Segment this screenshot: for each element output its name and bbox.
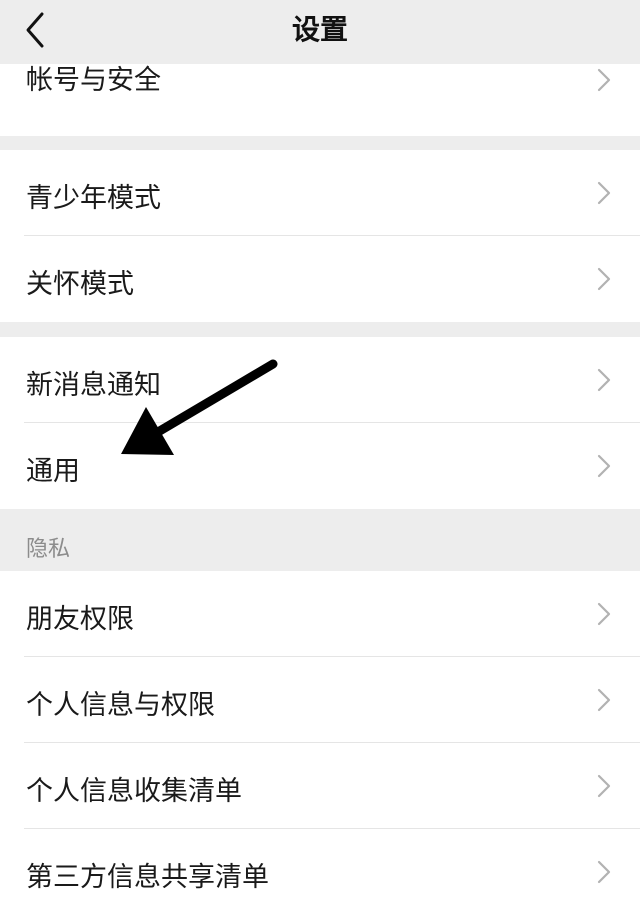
- chevron-right-icon: [597, 860, 611, 884]
- settings-item-label: 新消息通知: [26, 370, 161, 401]
- settings-item-label: 朋友权限: [26, 604, 134, 635]
- settings-item-account-security[interactable]: 帐号与安全: [0, 48, 640, 120]
- chevron-right-icon: [597, 602, 611, 626]
- settings-item-personal-info-permissions[interactable]: 个人信息与权限: [0, 657, 640, 743]
- section-title-privacy: 隐私: [26, 537, 71, 562]
- settings-item-label: 个人信息收集清单: [26, 776, 242, 807]
- settings-group-modes: 青少年模式 关怀模式: [0, 150, 640, 322]
- settings-item-label: 帐号与安全: [26, 65, 161, 96]
- chevron-right-icon: [597, 774, 611, 798]
- settings-item-general[interactable]: 通用: [0, 423, 640, 509]
- settings-group-account: 帐号与安全: [0, 64, 640, 136]
- settings-group-general: 新消息通知 通用: [0, 337, 640, 509]
- settings-item-care-mode[interactable]: 关怀模式: [0, 236, 640, 322]
- page-title: 设置: [291, 13, 348, 46]
- settings-group-privacy: 朋友权限 个人信息与权限 个人信息收集清单 第三方信息共享清单: [0, 571, 640, 899]
- settings-item-info-collection-list[interactable]: 个人信息收集清单: [0, 743, 640, 829]
- settings-item-label: 通用: [26, 456, 80, 487]
- chevron-right-icon: [597, 181, 611, 205]
- chevron-right-icon: [597, 454, 611, 478]
- settings-item-label: 青少年模式: [26, 183, 161, 214]
- settings-item-notifications[interactable]: 新消息通知: [0, 337, 640, 423]
- chevron-right-icon: [597, 68, 611, 92]
- settings-item-teen-mode[interactable]: 青少年模式: [0, 150, 640, 236]
- chevron-right-icon: [597, 267, 611, 291]
- settings-item-label: 关怀模式: [26, 269, 134, 300]
- settings-item-label: 第三方信息共享清单: [26, 862, 269, 893]
- chevron-right-icon: [597, 688, 611, 712]
- settings-item-label: 个人信息与权限: [26, 690, 215, 721]
- settings-item-third-party-sharing-list[interactable]: 第三方信息共享清单: [0, 829, 640, 899]
- chevron-right-icon: [597, 368, 611, 392]
- settings-item-friend-permissions[interactable]: 朋友权限: [0, 571, 640, 657]
